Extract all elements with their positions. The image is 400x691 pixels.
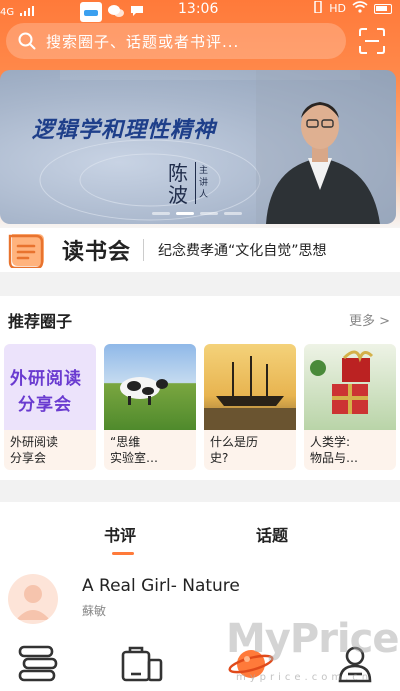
banner-divider xyxy=(195,162,196,204)
search-icon xyxy=(18,32,36,50)
notice-brand: 读书会 xyxy=(62,240,132,265)
promo-banner[interactable]: 逻辑学和理性精神 陈波 主讲人 xyxy=(0,70,396,224)
post-title[interactable]: A Real Girl- Nature xyxy=(82,576,240,596)
recommended-circles: 推荐圈子 更多 > 外研阅读 分享会 外研阅读 分享会 “思维 实验室… 什么是… xyxy=(0,296,400,480)
signal-indicator: 4G xyxy=(0,6,15,18)
message-notification-icon xyxy=(130,5,144,20)
banner-dot[interactable] xyxy=(200,212,218,215)
watermark: MyPrice xyxy=(226,616,399,662)
circle-card[interactable]: 外研阅读 分享会 外研阅读 分享会 xyxy=(4,344,96,470)
wifi-icon xyxy=(352,1,368,16)
circle-card-label: “思维 实验室… xyxy=(110,435,159,465)
document-icon xyxy=(8,232,46,270)
avatar[interactable] xyxy=(8,574,58,624)
card-image-text: 外研阅读 xyxy=(10,369,82,389)
circle-card-image xyxy=(204,344,296,430)
card-image-text: 分享会 xyxy=(18,395,72,415)
circle-card-image xyxy=(104,344,196,430)
shop-icon[interactable] xyxy=(120,644,166,684)
banner-dot-active[interactable] xyxy=(176,212,194,215)
notice-text: 纪念费孝通“文化自觉”思想 xyxy=(158,243,327,259)
watermark-url: myprice.com.cn xyxy=(236,672,373,683)
circle-card[interactable]: 人类学: 物品与… xyxy=(304,344,396,470)
circle-card[interactable]: “思维 实验室… xyxy=(104,344,196,470)
battery-icon xyxy=(374,3,392,14)
tab-review[interactable]: 书评 xyxy=(104,522,136,546)
circle-card-label: 什么是历 史? xyxy=(210,435,259,465)
signal-bars-icon xyxy=(20,5,35,19)
reading-club-notice[interactable]: 读书会 纪念费孝通“文化自觉”思想 xyxy=(0,228,400,272)
banner-dot[interactable] xyxy=(224,212,242,215)
search-placeholder: 搜索圈子、话题或者书评... xyxy=(46,32,240,51)
status-bar: 4G 13:06 HD xyxy=(0,0,400,22)
more-link[interactable]: 更多 > xyxy=(349,310,390,329)
search-input[interactable]: 搜索圈子、话题或者书评... xyxy=(6,23,346,59)
chat-notification-icon xyxy=(108,4,125,21)
banner-title: 逻辑学和理性精神 xyxy=(32,118,217,143)
scan-icon[interactable] xyxy=(358,27,386,55)
circle-card-label: 人类学: 物品与… xyxy=(310,435,359,465)
active-tab-indicator xyxy=(112,552,134,555)
circle-card[interactable]: 什么是历 史? xyxy=(204,344,296,470)
circle-card-label: 外研阅读 分享会 xyxy=(10,435,59,465)
books-icon[interactable] xyxy=(16,644,62,684)
banner-pagination xyxy=(152,212,242,215)
banner-dot[interactable] xyxy=(152,212,170,215)
vibrate-icon xyxy=(313,0,323,16)
speaker-photo xyxy=(256,70,396,224)
circle-card-image: 外研阅读 分享会 xyxy=(4,344,96,430)
search-bar: 搜索圈子、话题或者书评... xyxy=(6,23,398,59)
section-title: 推荐圈子 xyxy=(8,312,73,331)
hd-indicator: HD xyxy=(329,2,346,15)
banner-speaker-name: 陈波 xyxy=(168,161,188,207)
app-notification-icon xyxy=(80,2,103,22)
status-time: 13:06 xyxy=(178,1,219,17)
banner-speaker-role: 主讲人 xyxy=(199,166,209,200)
post-author[interactable]: 蘇敏 xyxy=(82,602,106,619)
tab-topic[interactable]: 话题 xyxy=(256,522,288,546)
circle-card-list: 外研阅读 分享会 外研阅读 分享会 “思维 实验室… 什么是历 史? 人类学: … xyxy=(4,344,396,470)
circle-card-image xyxy=(304,344,396,430)
notice-divider xyxy=(143,239,145,261)
